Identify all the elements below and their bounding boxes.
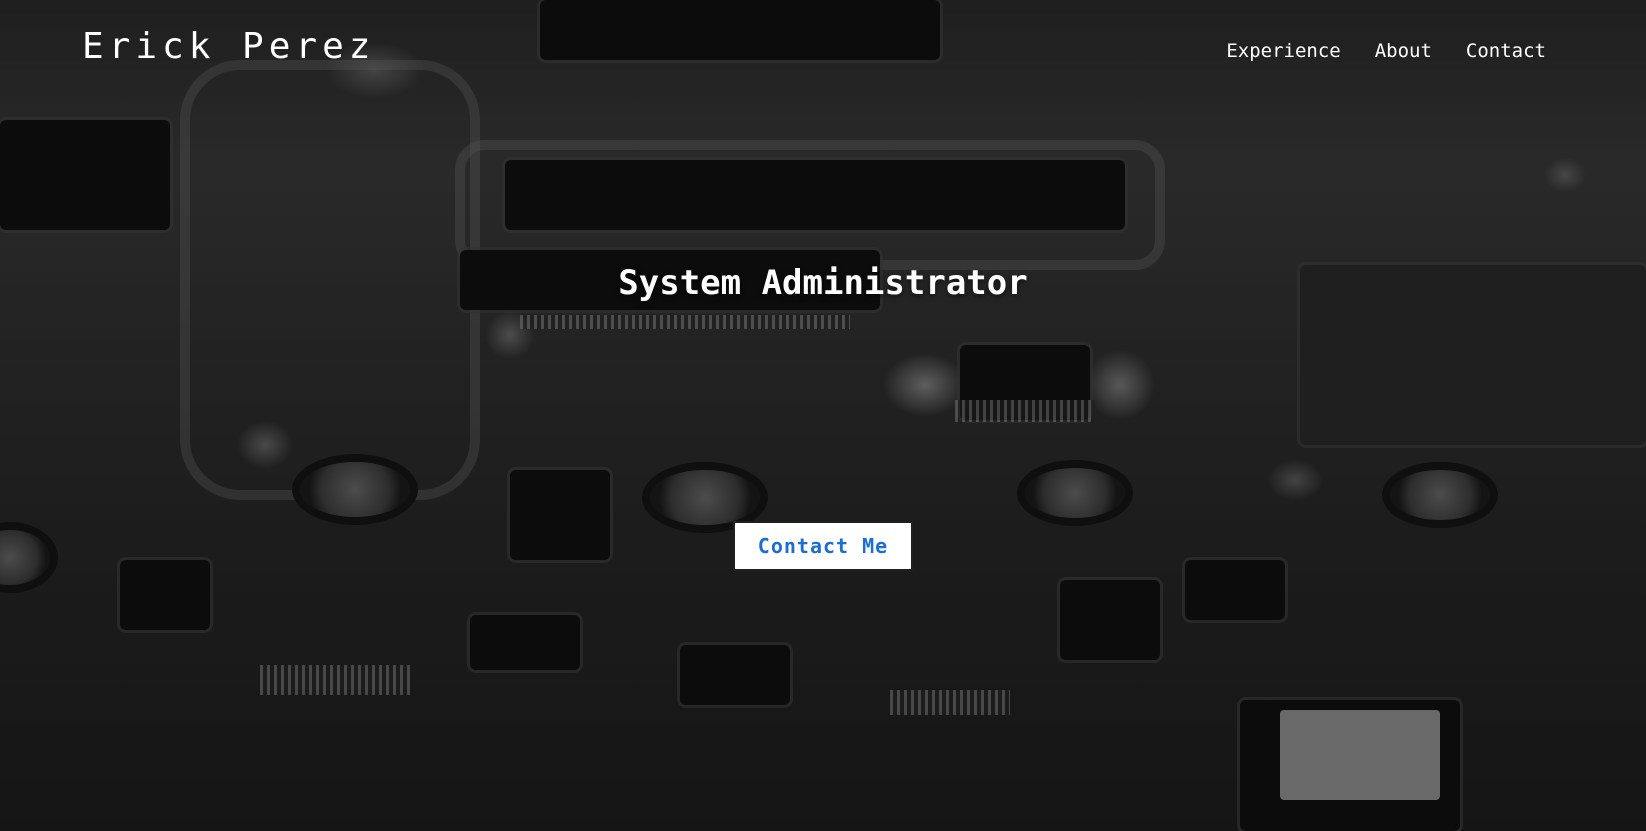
main-nav: Experience About Contact [1226,40,1546,62]
site-brand[interactable]: Erick Perez [82,26,375,67]
nav-link-about[interactable]: About [1375,40,1432,62]
nav-link-experience[interactable]: Experience [1226,40,1340,62]
hero-section: Erick Perez Experience About Contact Sys… [0,0,1646,831]
nav-link-contact[interactable]: Contact [1466,40,1546,62]
hero-headline: System Administrator [618,263,1028,303]
background-dim-overlay [0,0,1646,831]
contact-me-button[interactable]: Contact Me [733,521,913,571]
